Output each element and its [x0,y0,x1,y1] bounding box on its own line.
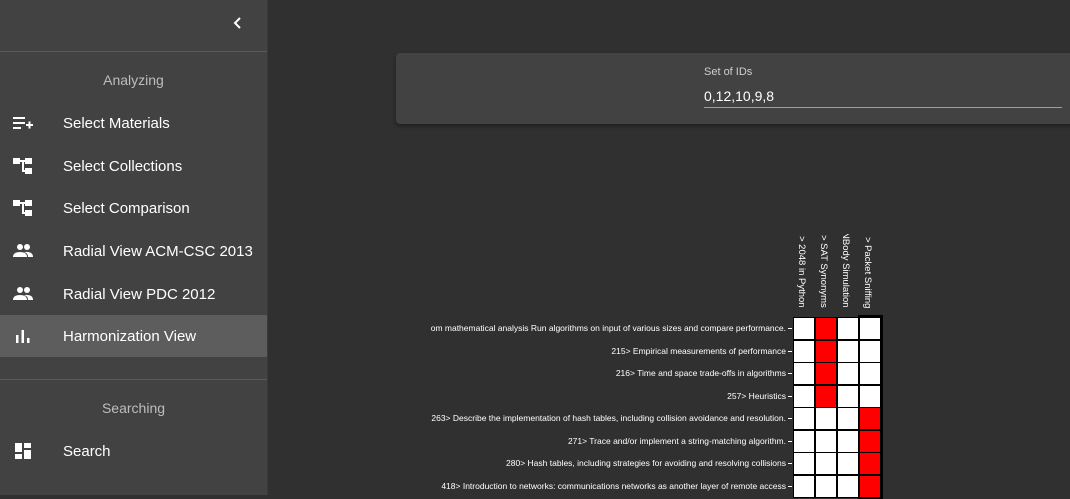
sidebar-item-select-comparison[interactable]: Select Comparison [0,187,267,229]
matrix-cell[interactable] [859,407,881,430]
people-icon [12,240,34,262]
matrix-cell[interactable] [859,384,881,408]
row-tick [788,395,792,397]
row-tick [788,463,792,464]
dashboard-icon [12,440,34,462]
sidebar-item-harmonization-view[interactable]: Harmonization View [0,315,267,357]
matrix-cell[interactable] [859,339,881,363]
matrix-cell[interactable] [859,474,881,498]
sidebar-item-label: Search [63,442,111,460]
matrix-cell[interactable] [837,429,859,453]
matrix-row-label: 263> Describe the implementation of hash… [431,413,786,423]
sidebar-item-label: Harmonization View [63,327,197,345]
sidebar-item-select-materials[interactable]: Select Materials [0,102,267,144]
matrix-cell[interactable] [859,429,881,453]
matrix-cell[interactable] [837,317,859,340]
matrix-column-label: > 2048 in Python [796,236,807,308]
sidebar-item-label: Select Comparison [63,199,190,217]
matrix-cell[interactable] [815,384,837,408]
row-tick [788,373,792,374]
matrix-cell[interactable] [837,474,859,498]
account-tree-icon [12,155,34,177]
matrix-cell[interactable] [793,339,815,363]
matrix-row-label: 257> Heuristics [727,390,786,401]
row-tick [788,418,792,419]
chevron-left-icon [233,17,241,29]
matrix-cell[interactable] [815,407,837,430]
matrix-cell[interactable] [815,429,837,453]
matrix-column-label: > Packet Sniffing [862,236,873,308]
matrix-row-label: 271> Trace and/or implement a string-mat… [567,435,786,446]
account-tree-icon [12,197,34,219]
matrix-cell[interactable] [837,362,859,385]
matrix-cell[interactable] [793,474,815,498]
playlist-add-icon [12,112,34,134]
matrix-cell[interactable] [815,362,837,385]
matrix-cell[interactable] [859,362,881,385]
sidebar-item-select-collections[interactable]: Select Collections [0,145,267,187]
matrix-cell[interactable] [793,384,815,408]
row-tick [788,485,792,487]
row-tick [788,350,792,352]
sidebar-item-label: Select Materials [63,114,170,132]
row-tick [788,328,792,329]
matrix-cell[interactable] [859,452,881,475]
matrix-cell[interactable] [815,339,837,363]
matrix-cell[interactable] [815,474,837,498]
sidebar-item-label: Select Collections [63,157,183,175]
matrix-cell[interactable] [793,317,815,340]
sidebar-item-label: Radial View PDC 2012 [63,285,216,303]
matrix-column-label: > SAT Synonyms [818,235,829,308]
matrix-cell[interactable] [837,407,859,430]
section-header-searching: Searching [101,400,166,416]
ids-input[interactable] [704,85,1062,108]
matrix-cell[interactable] [837,452,859,475]
row-tick [788,440,792,442]
ids-card: Set of IDs [396,53,1070,124]
matrix-column-label: NBody Simulation [840,234,851,308]
sidebar-item-radial-view-acm[interactable]: Radial View ACM-CSC 2013 [0,230,267,272]
section-header-analyzing: Analyzing [103,72,164,88]
matrix-row-label: 216> Time and space trade-offs in algori… [615,368,786,378]
matrix-cell[interactable] [793,407,815,430]
matrix-row-label: 418> Introduction to networks: communica… [441,480,786,491]
matrix-cell[interactable] [793,429,815,453]
matrix-cell[interactable] [837,384,859,408]
sidebar-divider [0,51,267,52]
matrix-cell[interactable] [859,317,881,340]
sidebar-divider [0,379,267,380]
sidebar-item-label: Radial View ACM-CSC 2013 [63,242,253,260]
matrix-cell[interactable] [815,317,837,340]
matrix-cell[interactable] [793,362,815,385]
sidebar: Analyzing Select Materials Select Collec… [0,0,268,495]
sidebar-item-radial-view-pdc[interactable]: Radial View PDC 2012 [0,273,267,315]
matrix-row-label: 215> Empirical measurements of performan… [611,345,786,356]
matrix-cell[interactable] [837,339,859,363]
people-icon [12,283,34,305]
matrix-cell[interactable] [815,452,837,475]
matrix-cell[interactable] [793,452,815,475]
matrix-row-label: om mathematical analysis Run algorithms … [430,323,786,333]
collapse-sidebar-button[interactable] [225,10,251,36]
bar-chart-icon [12,325,34,347]
matrix-row-label: 280> Hash tables, including strategies f… [506,458,786,468]
sidebar-item-search[interactable]: Search [0,430,267,472]
ids-field-label: Set of IDs [704,66,753,78]
